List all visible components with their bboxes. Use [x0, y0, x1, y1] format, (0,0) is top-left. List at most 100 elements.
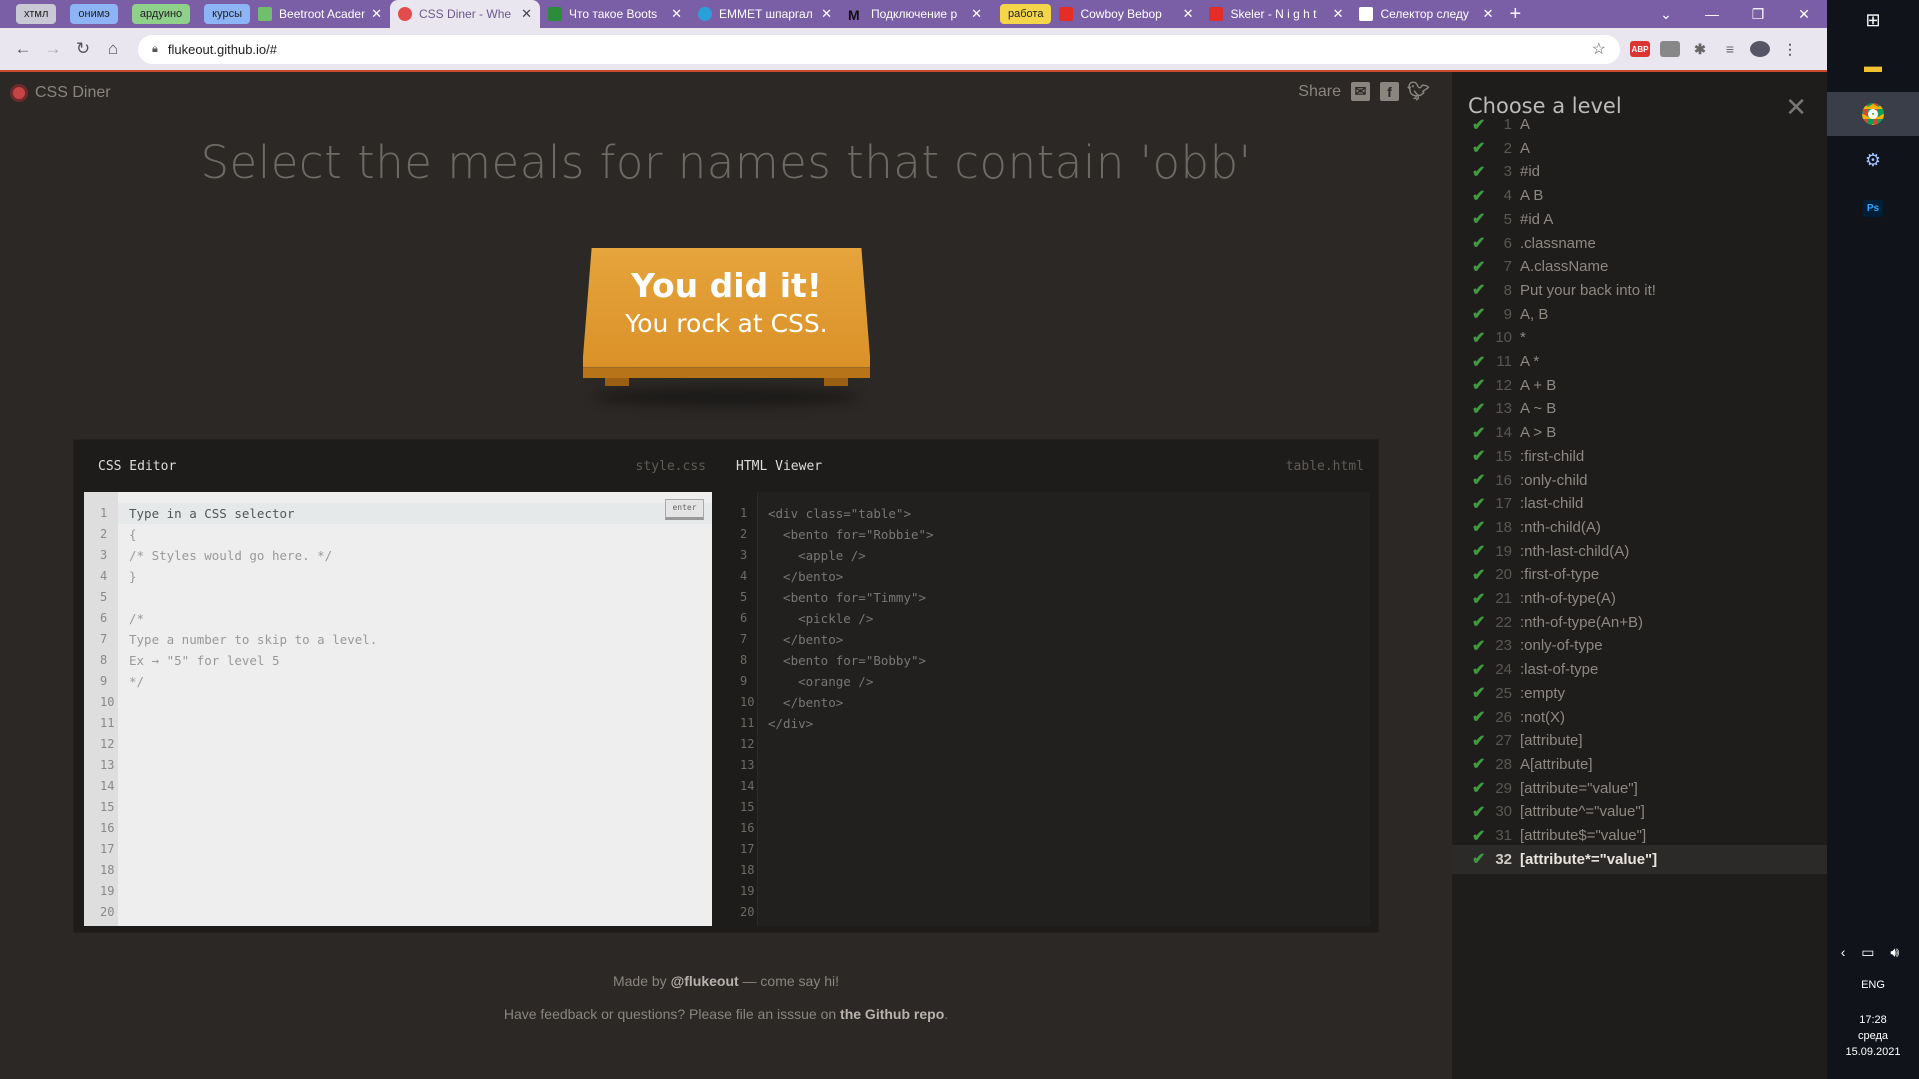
- window-close-button[interactable]: ✕: [1781, 6, 1827, 23]
- html-code-line[interactable]: [758, 818, 1370, 839]
- line-number: 10: [100, 695, 115, 709]
- tab-group-courses[interactable]: курсы: [204, 4, 251, 24]
- html-code-line[interactable]: <bento for="Bobby">: [758, 650, 1370, 671]
- line-number: 13: [100, 758, 115, 772]
- puzzle-icon[interactable]: ✱: [1690, 41, 1710, 57]
- css-selector-input[interactable]: Type in a CSS selector: [118, 503, 712, 524]
- html-code-line[interactable]: </div>: [758, 713, 1370, 734]
- line-number: 5: [100, 590, 108, 604]
- tab-group-arduino[interactable]: ардуино: [131, 4, 191, 24]
- html-code-line[interactable]: <bento for="Timmy">: [758, 587, 1370, 608]
- level-number: 26: [1495, 708, 1512, 726]
- html-code-line[interactable]: [758, 902, 1370, 923]
- close-icon[interactable]: ✕: [521, 6, 532, 22]
- tray-icons[interactable]: ‹ ▭ 🔊︎: [1827, 944, 1919, 961]
- line-number: 11: [100, 716, 115, 730]
- chrome-icon[interactable]: [1855, 96, 1891, 132]
- css-code-line: /*: [129, 611, 145, 626]
- tab-beetroot[interactable]: Beetroot Acaden ✕: [250, 0, 390, 28]
- level-name: :nth-last-child(A): [1520, 542, 1630, 560]
- line-number: 2: [740, 527, 748, 541]
- html-code-line[interactable]: [758, 755, 1370, 776]
- html-line-numbers: 1 2 3 4 5 6 7 8 9 10 11 12 13 14 15 16 17 18 19 20: [724, 492, 758, 926]
- html-code-line[interactable]: <orange />: [758, 671, 1370, 692]
- level-number: 30: [1495, 803, 1512, 821]
- css-code-line: [118, 818, 712, 839]
- checkmark-icon: ✔: [1472, 637, 1486, 655]
- html-code-line[interactable]: <bento for="Robbie">: [758, 524, 1370, 545]
- menu-kebab-icon[interactable]: ⋮: [1780, 41, 1800, 57]
- html-code-line[interactable]: </bento>: [758, 629, 1370, 650]
- html-code-line[interactable]: [758, 860, 1370, 881]
- line-number: 16: [100, 821, 115, 835]
- close-icon[interactable]: ✕: [971, 6, 982, 22]
- lock-icon[interactable]: 🔒︎: [152, 43, 158, 56]
- email-icon[interactable]: ✉: [1351, 82, 1370, 101]
- html-code-line[interactable]: [758, 734, 1370, 755]
- level-name: .classname: [1520, 234, 1596, 252]
- line-number: 4: [740, 569, 748, 583]
- media-queue-icon[interactable]: ≡: [1720, 41, 1740, 57]
- photoshop-icon[interactable]: Ps: [1855, 190, 1891, 226]
- footer-made-by: Made by @flukeout — come say hi!: [0, 973, 1452, 989]
- level-item[interactable]: ✔ 32 [attribute*="value"]: [1452, 844, 1827, 874]
- tab-search-icon[interactable]: ⌄: [1643, 6, 1689, 23]
- new-tab-button[interactable]: +: [1501, 0, 1531, 28]
- html-code-line[interactable]: </bento>: [758, 566, 1370, 587]
- tab-group-html[interactable]: хтмл: [16, 4, 57, 24]
- tab-medium[interactable]: M Подключение р ✕: [840, 0, 990, 28]
- address-bar[interactable]: 🔒︎ flukeout.github.io/# ☆: [138, 34, 1620, 64]
- checkmark-icon: ✔: [1472, 163, 1486, 181]
- html-code-line[interactable]: <apple />: [758, 545, 1370, 566]
- clock[interactable]: 17:28 среда 15.09.2021: [1827, 1012, 1919, 1060]
- clock-time: 17:28: [1859, 1014, 1887, 1026]
- tab-group-work[interactable]: работа: [1000, 4, 1052, 24]
- back-button[interactable]: ←: [8, 39, 38, 59]
- close-icon[interactable]: ✕: [1333, 6, 1344, 22]
- html-viewer-body: 1 2 3 4 5 6 7 8 9 10 11 12 13 14 15 16 17 18 19 20 <div cla…: [724, 492, 1370, 926]
- flukeout-link[interactable]: @flukeout: [671, 973, 739, 989]
- language-indicator[interactable]: ENG: [1827, 979, 1919, 991]
- table-shadow: [593, 388, 860, 406]
- close-icon[interactable]: ✕: [821, 6, 832, 22]
- html-code-line[interactable]: [758, 839, 1370, 860]
- level-number: 19: [1495, 542, 1512, 560]
- close-icon[interactable]: ✕: [671, 6, 682, 22]
- minimize-button[interactable]: —: [1689, 6, 1735, 22]
- tab-bootstrap[interactable]: Что такое Boots ✕: [540, 0, 690, 28]
- twitter-icon[interactable]: 🐦︎: [1407, 81, 1430, 101]
- html-code-line[interactable]: [758, 776, 1370, 797]
- profile-avatar-icon[interactable]: [1750, 41, 1770, 57]
- home-button[interactable]: ⌂: [98, 39, 128, 59]
- windows-start-icon[interactable]: ⊞: [1855, 2, 1891, 38]
- tab-css-diner[interactable]: CSS Diner - Whe ✕: [390, 0, 541, 28]
- tab-skeler[interactable]: Skeler - N i g h t ✕: [1201, 0, 1351, 28]
- steam-icon[interactable]: ⚙: [1855, 142, 1891, 178]
- enter-button[interactable]: enter: [665, 499, 704, 520]
- html-code-line[interactable]: <div class="table">: [758, 503, 1370, 524]
- html-code-line[interactable]: [758, 881, 1370, 902]
- level-number: 10: [1495, 329, 1512, 347]
- tab-selector[interactable]: Селектор следу ✕: [1351, 0, 1501, 28]
- html-code-line[interactable]: [758, 797, 1370, 818]
- close-icon[interactable]: ✕: [1483, 6, 1494, 22]
- tab-group-anime[interactable]: онимэ: [70, 4, 118, 24]
- checkmark-icon: ✔: [1472, 258, 1486, 276]
- file-explorer-icon[interactable]: ▬: [1855, 48, 1891, 84]
- logo[interactable]: CSS Diner: [10, 84, 111, 102]
- github-repo-link[interactable]: the Github repo: [840, 1006, 944, 1022]
- extension-icon[interactable]: [1660, 41, 1680, 57]
- tab-emmet[interactable]: EMMET шпаргал ✕: [690, 0, 840, 28]
- close-icon[interactable]: ✕: [371, 6, 382, 22]
- bookmark-star-icon[interactable]: ☆: [1592, 39, 1606, 59]
- reload-button[interactable]: ↻: [68, 39, 98, 59]
- facebook-icon[interactable]: f: [1380, 82, 1399, 101]
- css-diner-favicon-icon: [398, 7, 413, 21]
- close-icon[interactable]: ✕: [1183, 6, 1194, 22]
- html-code-line[interactable]: <pickle />: [758, 608, 1370, 629]
- html-code-line[interactable]: </bento>: [758, 692, 1370, 713]
- adblock-icon[interactable]: ABP: [1630, 41, 1650, 57]
- forward-button[interactable]: →: [38, 39, 68, 59]
- tab-cowboy-bebop[interactable]: Cowboy Bebop ✕: [1051, 0, 1201, 28]
- maximize-button[interactable]: ❐: [1735, 6, 1781, 23]
